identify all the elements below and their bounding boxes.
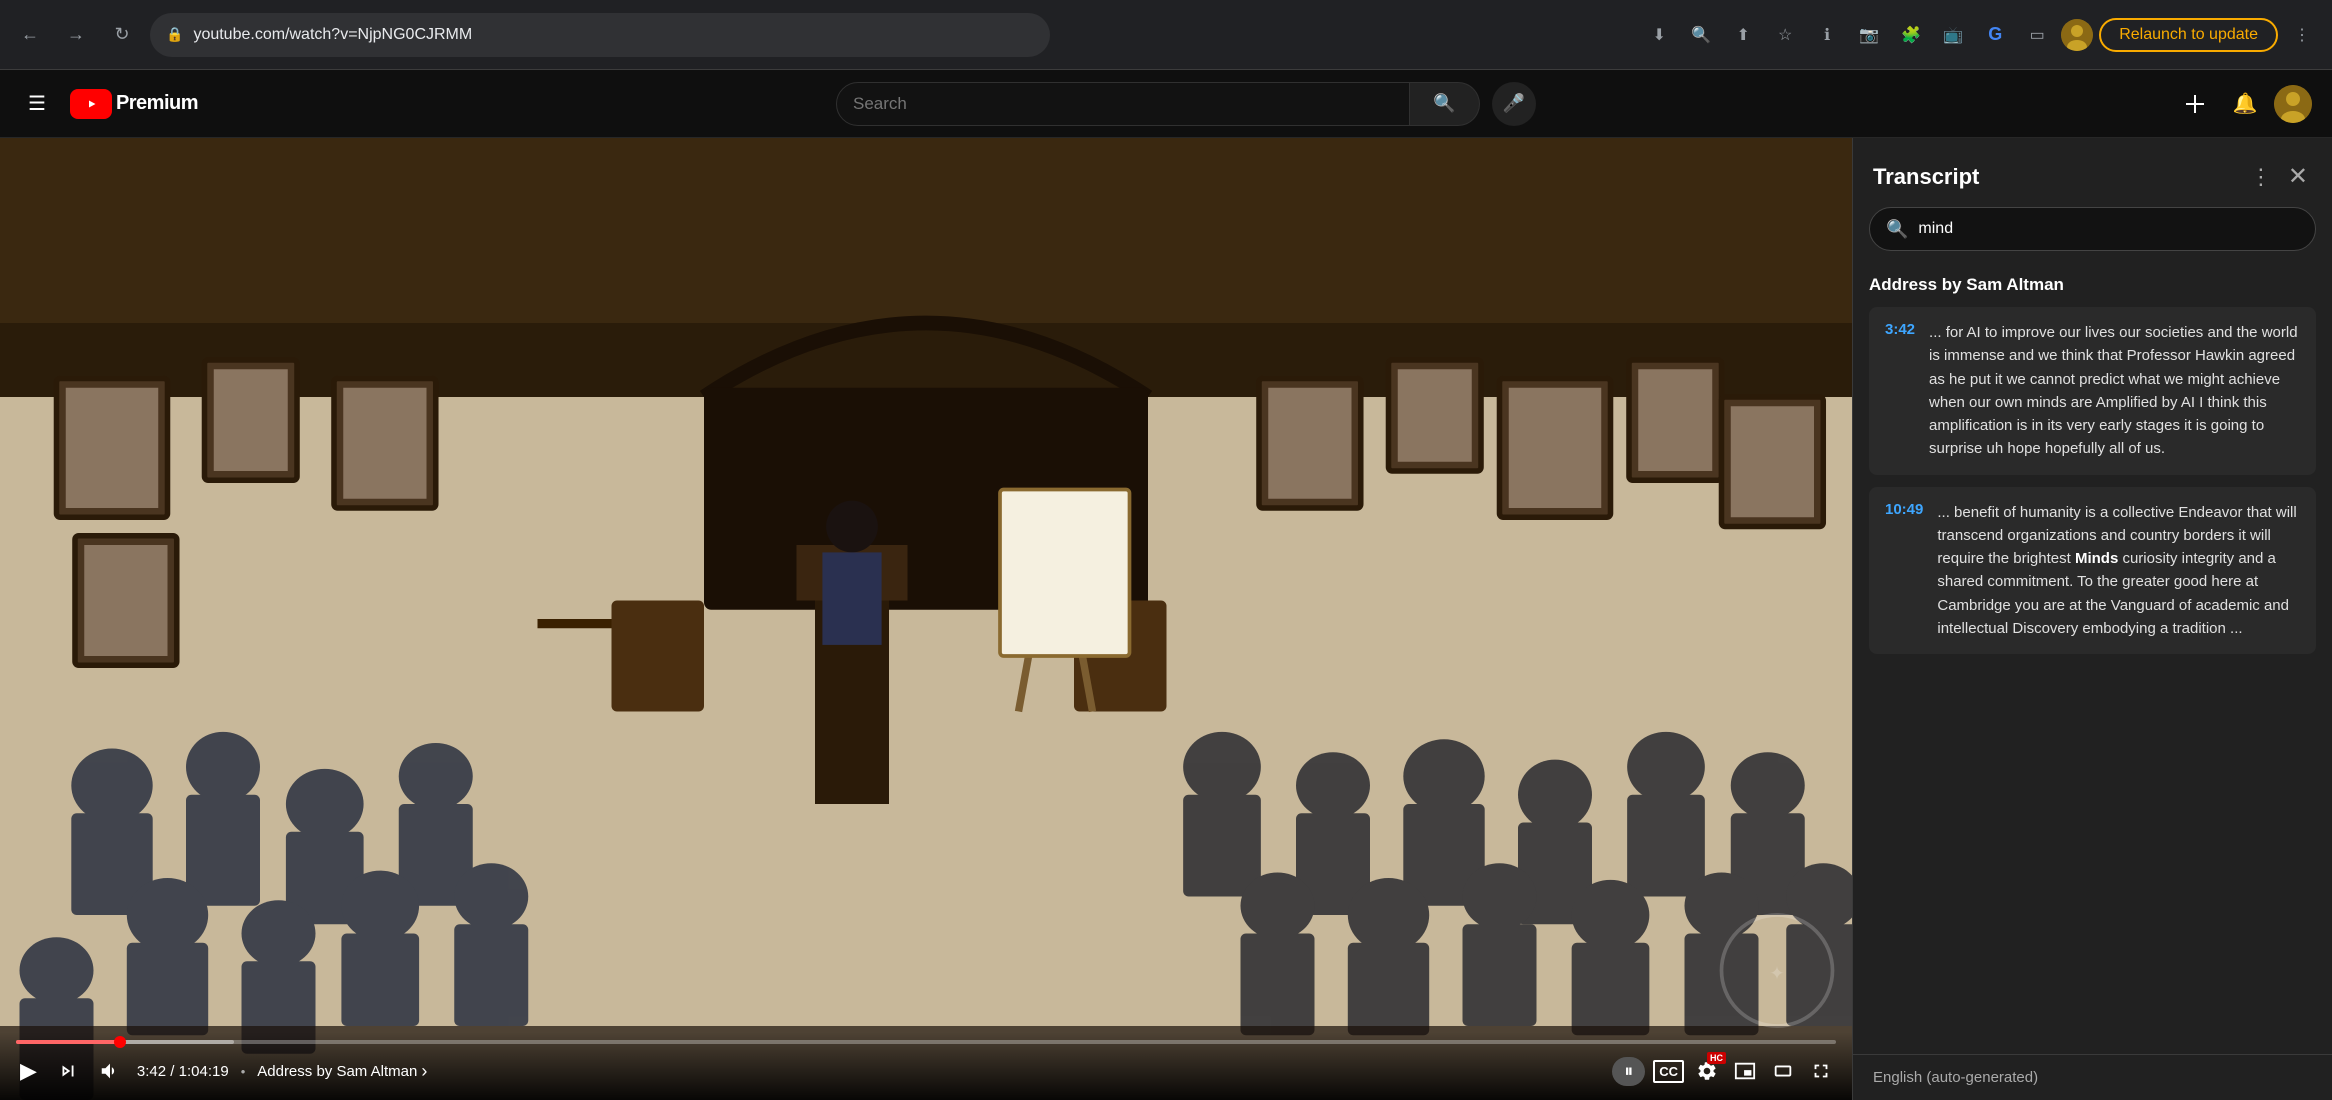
search-input[interactable]: [853, 94, 1393, 114]
extensions-icon[interactable]: 🧩: [1893, 17, 1929, 53]
miniplayer-button[interactable]: [1730, 1056, 1760, 1086]
video-controls: ▶ 3:42 / 1:04:19 • Address by Sam Altman…: [0, 1032, 1852, 1100]
video-player[interactable]: ✦ ▶ 3:: [0, 138, 1852, 1100]
browser-profile-avatar[interactable]: [2061, 19, 2093, 51]
video-area: ✦ ▶ 3:: [0, 138, 1852, 1100]
header-right-actions: 🔔: [2174, 83, 2312, 125]
transcript-panel: Transcript ⋮ ✕ 🔍 Address by Sam Altman 3…: [1852, 138, 2332, 1100]
captions-button-wrap: CC: [1653, 1060, 1684, 1083]
next-button[interactable]: [53, 1056, 83, 1086]
captions-button[interactable]: CC: [1653, 1060, 1684, 1083]
youtube-logo-text: Premium: [116, 92, 198, 115]
share-icon[interactable]: ⬆: [1725, 17, 1761, 53]
address-bar: 🔒: [150, 13, 1050, 57]
controls-row: ▶ 3:42 / 1:04:19 • Address by Sam Altman…: [16, 1054, 1836, 1088]
notifications-button[interactable]: 🔔: [2224, 83, 2266, 125]
hc-badge: HC: [1707, 1052, 1726, 1064]
search-button[interactable]: 🔍: [1410, 82, 1480, 126]
time-display: 3:42 / 1:04:19: [137, 1063, 229, 1080]
transcript-section-title: Address by Sam Altman: [1869, 267, 2316, 307]
url-input[interactable]: [193, 26, 1034, 44]
transcript-search-input[interactable]: [1918, 220, 2299, 238]
relaunch-button[interactable]: Relaunch to update: [2099, 18, 2278, 52]
fullscreen-button[interactable]: [1806, 1056, 1836, 1086]
transcript-item[interactable]: 3:42 ... for AI to improve our lives our…: [1869, 307, 2316, 475]
video-title-control[interactable]: Address by Sam Altman ›: [257, 1061, 427, 1082]
theater-button[interactable]: [1768, 1056, 1798, 1086]
transcript-text-2: ... benefit of humanity is a collective …: [1937, 501, 2300, 641]
back-button[interactable]: ←: [12, 17, 48, 53]
forward-button[interactable]: →: [58, 17, 94, 53]
pause-toggle-button[interactable]: ⏸: [1612, 1057, 1645, 1086]
browser-chrome: ← → ↻ 🔒 ⬇ 🔍 ⬆ ☆ ℹ 📷 🧩 📺 G ▭ Relaunch to …: [0, 0, 2332, 70]
cast-icon[interactable]: 📺: [1935, 17, 1971, 53]
search-bar: 🔍 🎤: [836, 82, 1536, 126]
youtube-logo-icon: [70, 89, 112, 119]
transcript-menu-button[interactable]: ⋮: [2246, 160, 2276, 194]
screenshot-icon[interactable]: 📷: [1851, 17, 1887, 53]
youtube-header: ☰ Premium 🔍 🎤 🔔: [0, 70, 2332, 138]
transcript-language: English (auto-generated): [1873, 1069, 2038, 1086]
find-icon[interactable]: 🔍: [1683, 17, 1719, 53]
transcript-timestamp-2[interactable]: 10:49: [1885, 501, 1923, 641]
main-content: ✦ ▶ 3:: [0, 138, 2332, 1100]
bookmark-icon[interactable]: ☆: [1767, 17, 1803, 53]
transcript-search-icon: 🔍: [1886, 219, 1908, 240]
transcript-header: Transcript ⋮ ✕: [1853, 138, 2332, 207]
separator-dot: •: [241, 1064, 246, 1079]
volume-button[interactable]: [95, 1056, 125, 1086]
transcript-timestamp-1[interactable]: 3:42: [1885, 321, 1915, 461]
search-input-wrap: [836, 82, 1410, 126]
progress-bar[interactable]: [16, 1040, 1836, 1044]
video-frame: ✦: [0, 138, 1852, 1100]
transcript-search: 🔍: [1869, 207, 2316, 251]
google-icon[interactable]: G: [1977, 17, 2013, 53]
youtube-logo[interactable]: Premium: [70, 89, 198, 119]
hamburger-menu-button[interactable]: ☰: [20, 83, 54, 124]
transcript-close-button[interactable]: ✕: [2284, 158, 2312, 195]
transcript-footer: English (auto-generated): [1853, 1054, 2332, 1100]
voice-search-button[interactable]: 🎤: [1492, 82, 1536, 126]
transcript-text-bold: Minds: [2075, 550, 2118, 567]
reload-button[interactable]: ↻: [104, 17, 140, 53]
transcript-body: Address by Sam Altman 3:42 ... for AI to…: [1853, 267, 2332, 1054]
user-avatar[interactable]: [2274, 85, 2312, 123]
progress-dot: [114, 1036, 126, 1048]
svg-text:✦: ✦: [1769, 963, 1785, 984]
right-controls: ⏸ CC HC: [1612, 1056, 1836, 1086]
settings-button-wrap: HC: [1692, 1056, 1722, 1086]
transcript-item[interactable]: 10:49 ... benefit of humanity is a colle…: [1869, 487, 2316, 655]
browser-menu-icon[interactable]: ⋮: [2284, 17, 2320, 53]
transcript-text-1: ... for AI to improve our lives our soci…: [1929, 321, 2300, 461]
browser-toolbar: ⬇ 🔍 ⬆ ☆ ℹ 📷 🧩 📺 G ▭ Relaunch to update ⋮: [1641, 17, 2320, 53]
info-icon[interactable]: ℹ: [1809, 17, 1845, 53]
download-icon[interactable]: ⬇: [1641, 17, 1677, 53]
add-video-button[interactable]: [2174, 83, 2216, 125]
play-button[interactable]: ▶: [16, 1054, 41, 1088]
transcript-search-wrap: 🔍: [1853, 207, 2332, 267]
sidebar-icon[interactable]: ▭: [2019, 17, 2055, 53]
lock-icon: 🔒: [166, 26, 183, 43]
transcript-title: Transcript: [1873, 164, 2238, 190]
